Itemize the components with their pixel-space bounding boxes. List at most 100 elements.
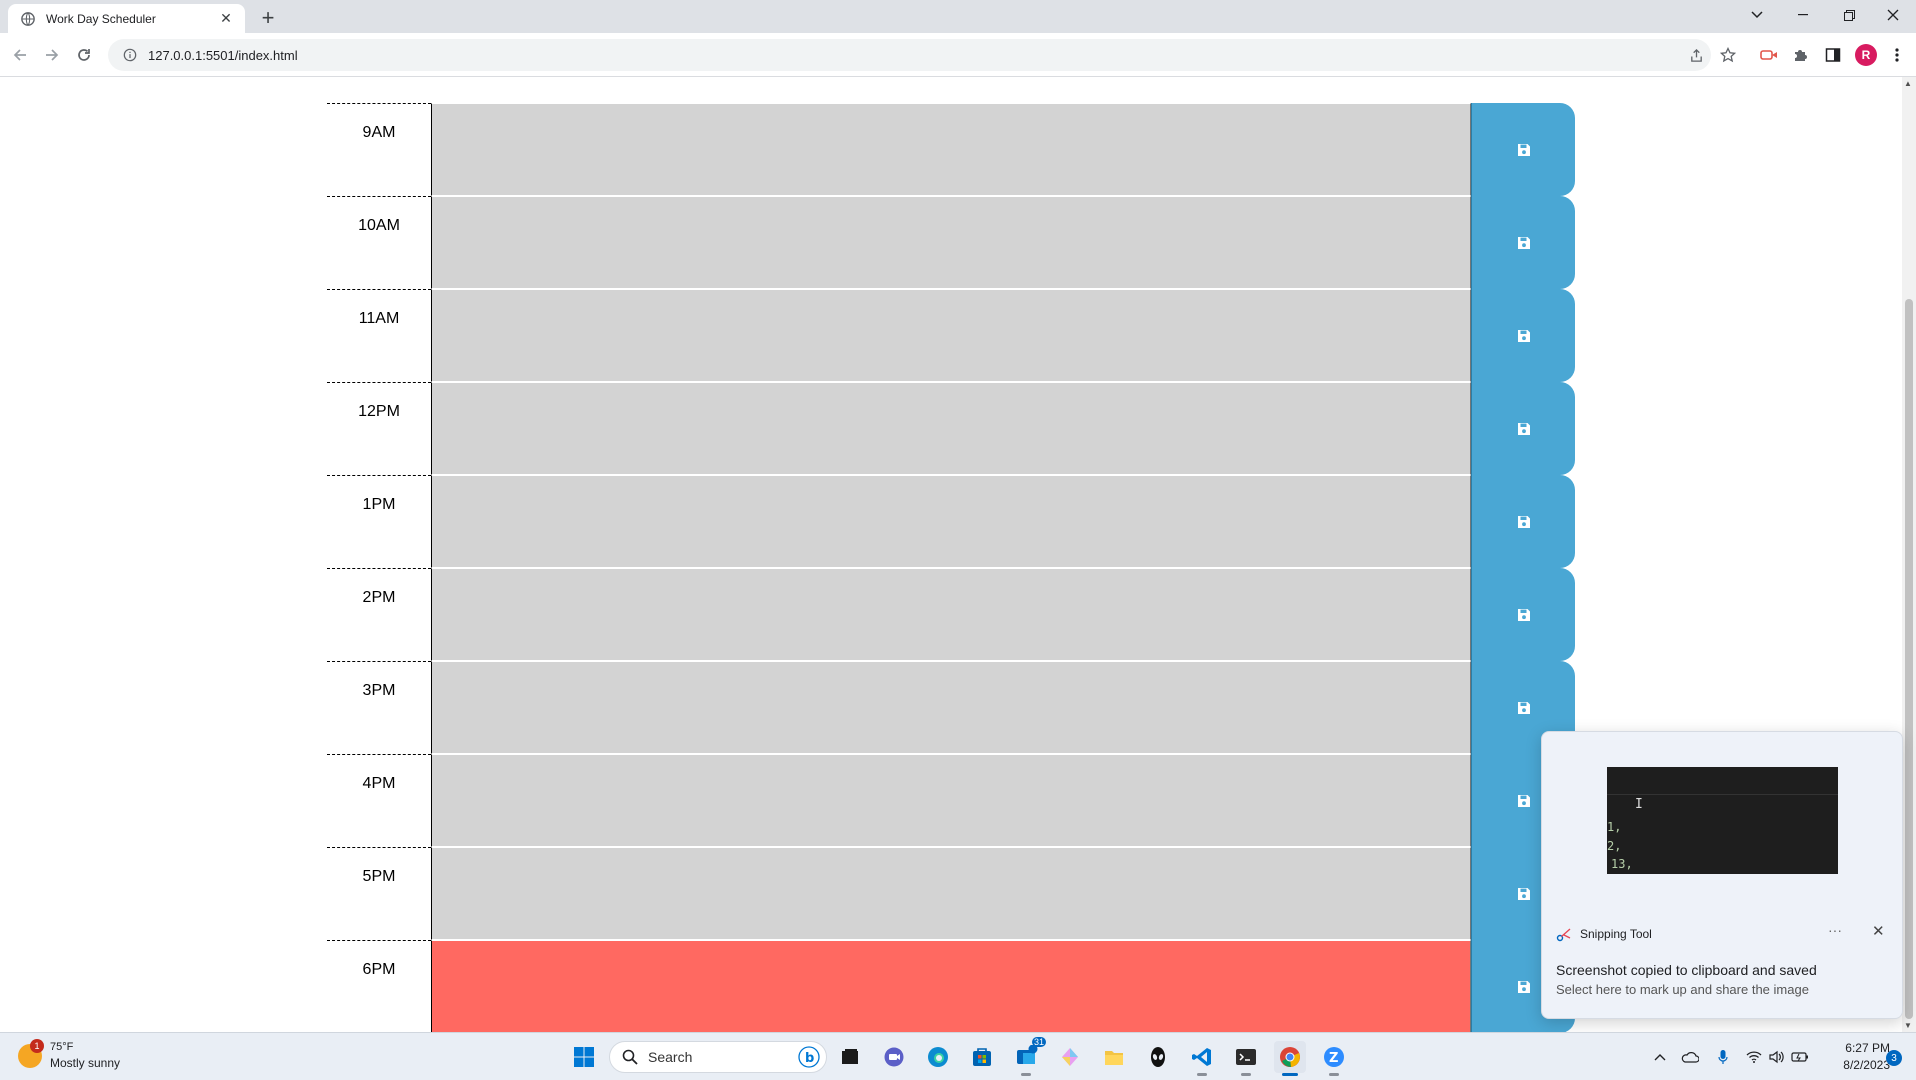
weather-widget[interactable]: 1 75°F Mostly sunny <box>18 1038 121 1071</box>
file-explorer-icon[interactable] <box>1098 1041 1130 1073</box>
event-description-textarea[interactable] <box>431 475 1471 568</box>
notification-app-name: Snipping Tool <box>1580 927 1652 941</box>
zoom-icon[interactable]: Z <box>1318 1041 1350 1076</box>
teams-chat-icon[interactable] <box>878 1041 910 1073</box>
preview-line: 13, <box>1611 857 1633 871</box>
onedrive-cloud-icon[interactable] <box>1680 1047 1700 1067</box>
hour-label-cell: 1PM <box>327 475 431 568</box>
save-button[interactable] <box>1471 568 1575 661</box>
close-window-icon[interactable] <box>1870 0 1916 30</box>
scroll-down-arrow-icon[interactable]: ▼ <box>1904 1021 1912 1030</box>
hour-label-cell: 9AM <box>327 103 431 196</box>
hour-label: 2PM <box>362 589 396 606</box>
start-button[interactable] <box>568 1041 600 1073</box>
save-button[interactable] <box>1471 196 1575 289</box>
battery-icon[interactable] <box>1790 1047 1810 1067</box>
forward-arrow-icon[interactable] <box>40 43 64 67</box>
hour-label: 10AM <box>358 217 400 234</box>
info-icon[interactable] <box>122 47 138 63</box>
more-options-icon[interactable]: ··· <box>1828 922 1842 938</box>
bing-icon[interactable]: b <box>798 1046 820 1068</box>
hour-label-cell: 5PM <box>327 847 431 940</box>
profile-avatar[interactable]: R <box>1855 44 1877 66</box>
time-block-row: 11AM <box>327 289 1576 382</box>
page-scrollbar[interactable]: ▲ ▼ <box>1902 77 1916 1032</box>
chrome-menu-icon[interactable] <box>1886 44 1908 66</box>
notification-title: Screenshot copied to clipboard and saved <box>1556 962 1817 978</box>
extension-record-icon[interactable] <box>1758 44 1780 66</box>
copilot-app-icon[interactable] <box>1054 1041 1086 1073</box>
reload-icon[interactable] <box>72 43 96 67</box>
weather-badge: 1 <box>30 1038 44 1053</box>
new-tab-button[interactable]: + <box>256 5 280 30</box>
tab-close-icon[interactable]: ✕ <box>217 10 235 28</box>
hour-label-cell: 10AM <box>327 196 431 289</box>
tab-strip: Work Day Scheduler ✕ + <box>0 0 1916 33</box>
event-description-textarea[interactable] <box>431 940 1471 1032</box>
hour-label: 9AM <box>362 124 396 141</box>
event-description-textarea[interactable] <box>431 289 1471 382</box>
windows-taskbar: 1 75°F Mostly sunny Search b 31 Z 6:27 P… <box>0 1032 1916 1080</box>
notification-close-icon[interactable]: ✕ <box>1872 922 1885 940</box>
task-view-icon[interactable] <box>834 1041 866 1073</box>
alienware-app-icon[interactable] <box>1142 1041 1174 1073</box>
time-block-row: 5PM <box>327 847 1576 940</box>
event-description-textarea[interactable] <box>431 196 1471 289</box>
hour-label-cell: 4PM <box>327 754 431 847</box>
address-bar[interactable]: 127.0.0.1:5501/index.html <box>108 39 1711 71</box>
save-button[interactable] <box>1471 103 1575 196</box>
tab-search-icon[interactable] <box>1734 0 1780 30</box>
chrome-icon[interactable] <box>1274 1041 1306 1076</box>
volume-icon[interactable] <box>1766 1047 1786 1067</box>
snipping-tool-notification[interactable]: I 1, 2, 13, Snipping Tool ··· ✕ Screensh… <box>1541 731 1903 1019</box>
save-button[interactable] <box>1471 289 1575 382</box>
show-hidden-icons-chevron-icon[interactable] <box>1650 1047 1670 1067</box>
event-description-textarea[interactable] <box>431 568 1471 661</box>
event-description-textarea[interactable] <box>431 382 1471 475</box>
clock-time: 6:27 PM <box>1845 1041 1890 1055</box>
terminal-icon[interactable] <box>1230 1041 1262 1076</box>
notification-app-header: Snipping Tool <box>1556 926 1652 942</box>
event-description-textarea[interactable] <box>431 847 1471 940</box>
taskbar-search[interactable]: Search b <box>609 1041 827 1073</box>
outlook-calendar-icon[interactable]: 31 <box>1010 1037 1047 1076</box>
floppy-disk-save-icon <box>1517 980 1530 993</box>
floppy-disk-save-icon <box>1517 701 1530 714</box>
side-panel-icon[interactable] <box>1822 44 1844 66</box>
time-block-row: 6PM <box>327 940 1576 1032</box>
weather-condition: Mostly sunny <box>50 1056 121 1070</box>
time-block-row: 9AM <box>327 103 1576 196</box>
tab-work-day-scheduler[interactable]: Work Day Scheduler ✕ <box>8 4 245 33</box>
microsoft-store-icon[interactable] <box>966 1041 998 1073</box>
time-block-row: 2PM <box>327 568 1576 661</box>
text-cursor-icon: I <box>1635 797 1643 812</box>
notification-subtitle: Select here to mark up and share the ima… <box>1556 982 1809 997</box>
save-button[interactable] <box>1471 382 1575 475</box>
tab-title: Work Day Scheduler <box>46 11 156 26</box>
windows-logo-icon <box>574 1047 594 1067</box>
snipping-tool-icon <box>1556 928 1571 942</box>
scrollbar-thumb[interactable] <box>1905 299 1913 1019</box>
search-icon <box>622 1049 638 1065</box>
restore-icon[interactable] <box>1826 0 1872 30</box>
vscode-icon[interactable] <box>1186 1041 1218 1076</box>
event-description-textarea[interactable] <box>431 103 1471 196</box>
microphone-icon[interactable] <box>1713 1047 1733 1067</box>
event-description-textarea[interactable] <box>431 661 1471 754</box>
calendar-badge: 31 <box>1032 1037 1047 1047</box>
save-button[interactable] <box>1471 475 1575 568</box>
share-icon[interactable] <box>1686 45 1706 65</box>
floppy-disk-save-icon <box>1517 887 1530 900</box>
screenshot-preview[interactable]: I 1, 2, 13, <box>1607 767 1838 874</box>
event-description-textarea[interactable] <box>431 754 1471 847</box>
taskbar-clock[interactable]: 6:27 PM 8/2/2023 <box>1820 1040 1890 1074</box>
hour-label: 12PM <box>358 403 400 420</box>
scroll-up-arrow-icon[interactable]: ▲ <box>1904 79 1912 88</box>
notification-center-badge[interactable]: 3 <box>1886 1050 1902 1066</box>
back-arrow-icon[interactable] <box>8 43 32 67</box>
bookmark-star-icon[interactable] <box>1718 45 1738 65</box>
edge-browser-icon[interactable] <box>922 1041 954 1073</box>
extensions-puzzle-icon[interactable] <box>1790 44 1812 66</box>
wifi-icon[interactable] <box>1744 1047 1764 1067</box>
minimize-icon[interactable] <box>1780 0 1826 30</box>
